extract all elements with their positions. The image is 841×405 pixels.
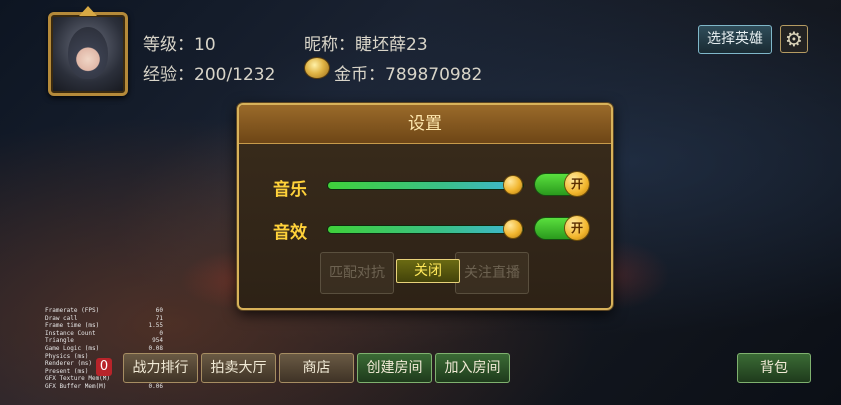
debug-key: Physics (ms) <box>45 352 89 360</box>
debug-row: Draw call 71 <box>45 315 163 323</box>
match-button: 匹配对抗 <box>320 252 394 294</box>
debug-value: 60 <box>155 307 163 314</box>
debug-key: Triangle <box>45 337 74 345</box>
music-toggle[interactable]: 开 <box>535 172 589 196</box>
shop-button[interactable]: 商店 <box>279 353 354 383</box>
debug-key: Frame time (ms) <box>45 322 100 330</box>
follow-live-button: 关注直播 <box>455 252 529 294</box>
debug-value: 0.08 <box>148 344 163 352</box>
join-room-button[interactable]: 加入房间 <box>435 353 510 383</box>
debug-key: Present (ms) <box>45 367 89 375</box>
settings-title: 设置 <box>408 114 442 134</box>
notification-badge: 0 <box>96 358 112 376</box>
debug-key: Renderer (ms) <box>45 360 92 368</box>
debug-row: Triangle 954 <box>45 337 163 345</box>
sfx-toggle-knob: 开 <box>565 216 589 240</box>
exp-label: 经验：200/1232 <box>143 65 276 85</box>
debug-row: Instance Count 0 <box>45 330 163 338</box>
gold-coin-icon <box>305 58 329 78</box>
music-volume-slider[interactable] <box>328 182 523 189</box>
avatar-crown-icon <box>79 6 97 16</box>
debug-value: 954 <box>152 337 163 345</box>
create-room-button[interactable]: 创建房间 <box>357 353 432 383</box>
debug-key: GFX Texture Mem(M) <box>45 375 111 383</box>
debug-value: 71 <box>155 314 163 322</box>
bag-button[interactable]: 背包 <box>737 353 811 383</box>
gear-icon[interactable]: ⚙ <box>780 25 808 53</box>
debug-key: Draw call <box>45 314 78 322</box>
debug-key: Instance Count <box>45 329 96 337</box>
music-label: 音乐 <box>273 180 307 200</box>
debug-key: GFX Buffer Mem(M) <box>45 382 107 390</box>
hero-portrait <box>68 27 108 79</box>
debug-key: Game Logic (ms) <box>45 344 100 352</box>
sfx-label: 音效 <box>273 223 307 243</box>
debug-row: GFX Buffer Mem(M) 0.06 <box>45 383 163 391</box>
debug-row: Framerate (FPS) 60 <box>45 307 163 315</box>
level-label: 等级：10 <box>143 35 216 55</box>
music-toggle-knob: 开 <box>565 172 589 196</box>
debug-key: Framerate (FPS) <box>45 307 100 314</box>
debug-value: 0 <box>159 329 163 337</box>
player-avatar[interactable] <box>48 6 128 96</box>
debug-value: 1.55 <box>148 322 163 330</box>
rank-button[interactable]: 战力排行 <box>123 353 198 383</box>
nickname-label: 昵称：睫坯薛23 <box>304 35 428 55</box>
sfx-volume-slider[interactable] <box>328 226 523 233</box>
close-button[interactable]: 关闭 <box>396 259 460 283</box>
debug-row: Frame time (ms) 1.55 <box>45 322 163 330</box>
select-hero-button[interactable]: 选择英雄 <box>698 25 772 54</box>
debug-value: 0.06 <box>148 382 163 390</box>
sfx-toggle[interactable]: 开 <box>535 216 589 240</box>
debug-row: Game Logic (ms) 0.08 <box>45 345 163 353</box>
gold-label: 金币：789870982 <box>334 65 483 85</box>
auction-button[interactable]: 拍卖大厅 <box>201 353 276 383</box>
